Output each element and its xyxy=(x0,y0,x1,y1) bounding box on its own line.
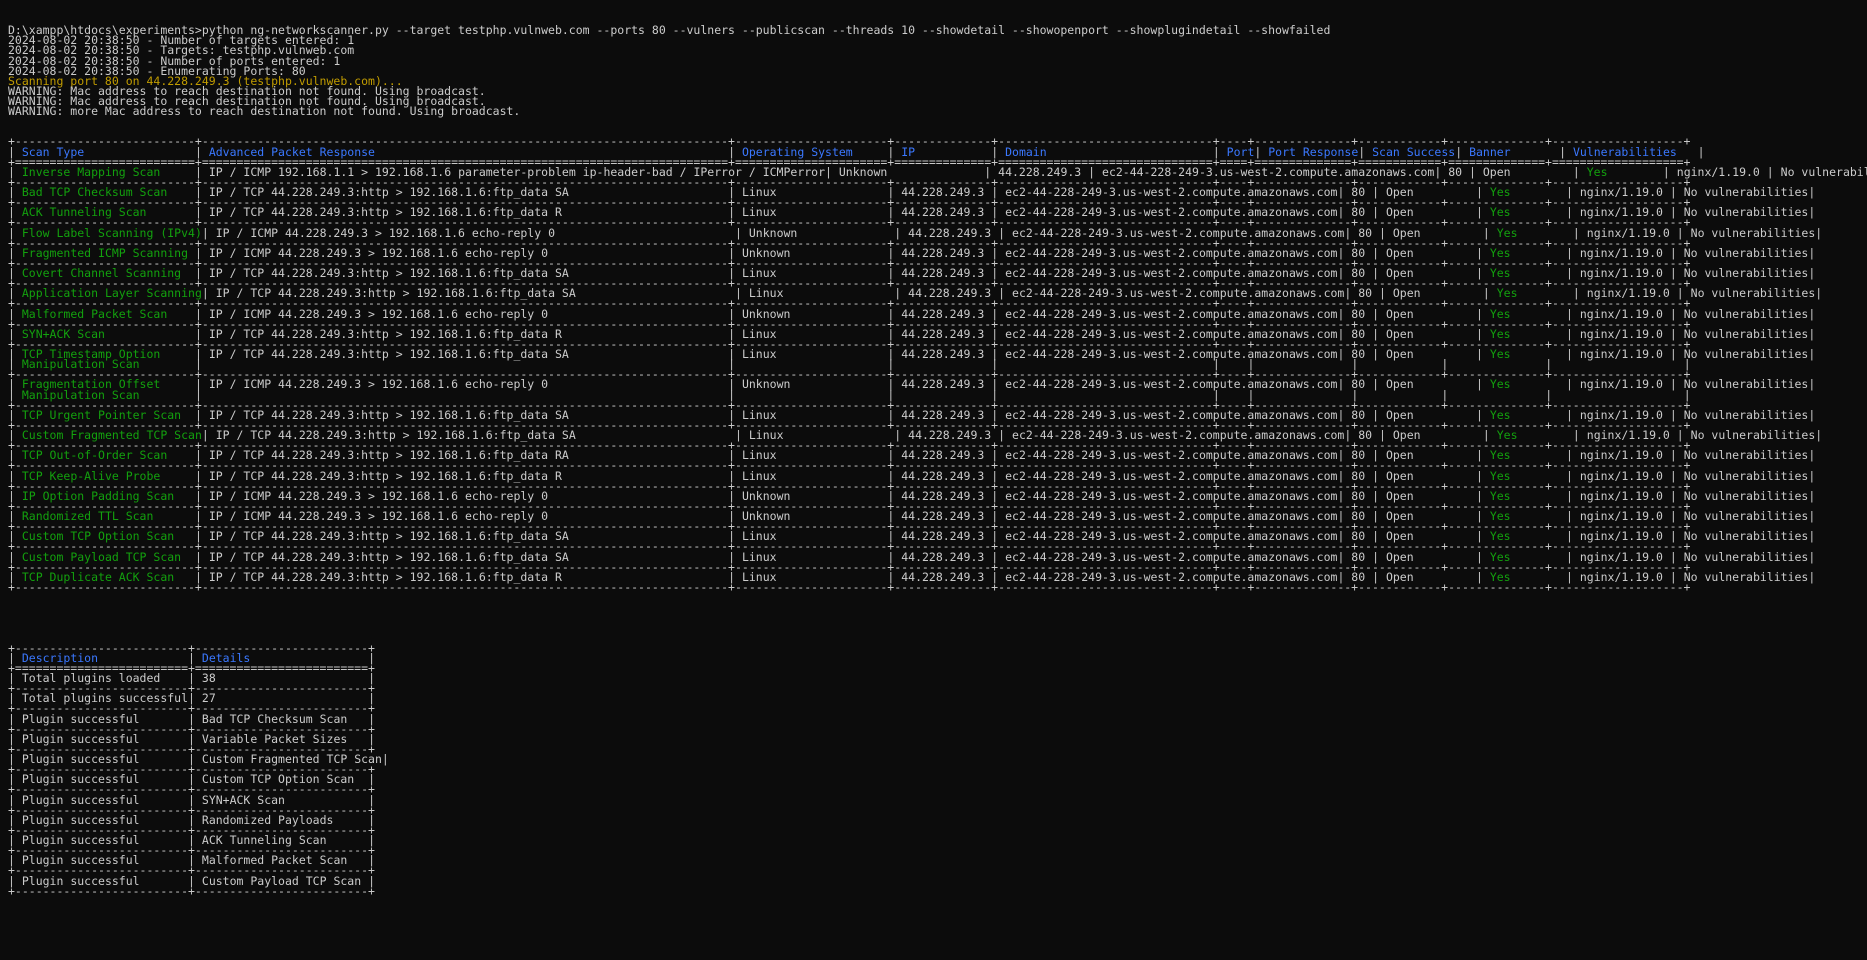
log-line: WARNING: more Mac address to reach desti… xyxy=(8,104,521,119)
terminal-window[interactable]: D:\xampp\htdocs\experiments>python ng-ne… xyxy=(0,0,1867,906)
scan-log-output: D:\xampp\htdocs\experiments>python ng-ne… xyxy=(8,25,1867,119)
table-gap xyxy=(8,612,1867,622)
plugin-summary-table: +-------------------------+-------------… xyxy=(8,640,389,898)
scan-results-table: +--------------------------+------------… xyxy=(8,134,1867,594)
